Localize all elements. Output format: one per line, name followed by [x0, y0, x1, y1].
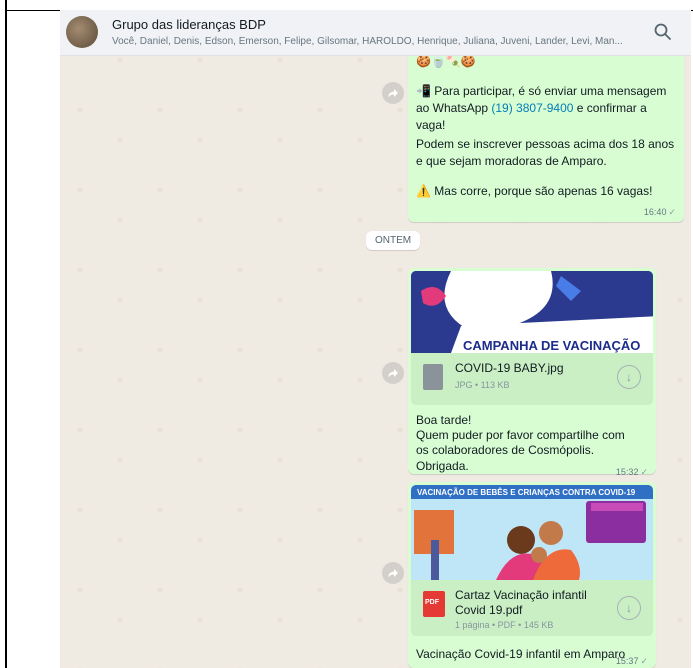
- message-bubble-3[interactable]: VACINAÇÃO DE BEBÊS E CRIANÇAS CONTRA COV…: [408, 482, 656, 668]
- download-arrow-icon: ↓: [626, 601, 632, 615]
- vaccination-poster-image[interactable]: VACINAÇÃO DE BEBÊS E CRIANÇAS CONTRA COV…: [411, 485, 653, 580]
- window-left-edge: [0, 0, 7, 668]
- message-bubble-1[interactable]: 🍪🍵🍡🍪 📲 Para participar, é só enviar uma …: [408, 46, 684, 222]
- file-attachment[interactable]: COVID-19 BABY.jpg JPG • 113 KB ↓: [411, 353, 653, 405]
- file-meta: 1 página • PDF • 145 KB: [455, 620, 554, 630]
- file-name: Cartaz Vacinação infantil Covid 19.pdf: [455, 588, 587, 617]
- download-button[interactable]: ↓: [617, 365, 641, 389]
- phone-link[interactable]: (19) 3807-9400: [491, 101, 573, 115]
- campaign-image-art: CAMPANHA DE VACINAÇÃO: [411, 271, 653, 353]
- search-button[interactable]: [653, 22, 673, 42]
- message-line-request: Quem puder por favor compartilhe com os …: [416, 428, 625, 457]
- pdf-icon-label: PDF: [425, 599, 439, 606]
- poster-title: VACINAÇÃO DE BEBÊS E CRIANÇAS CONTRA COV…: [417, 488, 636, 497]
- file-name: COVID-19 BABY.jpg: [455, 361, 564, 375]
- chat-header[interactable]: Grupo das lideranças BDP Você, Daniel, D…: [60, 10, 691, 56]
- message-timestamp: 16:40 ✓: [643, 207, 676, 217]
- chat-area[interactable]: 🍪🍵🍡🍪 📲 Para participar, é só enviar uma …: [60, 10, 691, 668]
- forward-button[interactable]: [382, 362, 404, 384]
- message-timestamp: 15:37 ✓: [615, 656, 648, 666]
- message-line-greeting: Boa tarde!: [416, 413, 472, 427]
- forward-button[interactable]: [382, 82, 404, 104]
- poster-art: VACINAÇÃO DE BEBÊS E CRIANÇAS CONTRA COV…: [411, 485, 653, 580]
- message-bubble-2[interactable]: CAMPANHA DE VACINAÇÃO COVID-19 BABY.jpg …: [408, 268, 656, 477]
- sent-tick-icon: ✓: [640, 656, 648, 666]
- forward-icon: [388, 89, 398, 98]
- vaccination-campaign-image[interactable]: CAMPANHA DE VACINAÇÃO: [411, 271, 653, 353]
- group-title[interactable]: Grupo das lideranças BDP: [112, 17, 266, 32]
- date-divider: ONTEM: [366, 231, 421, 250]
- download-arrow-icon: ↓: [626, 370, 632, 384]
- message-timestamp: 15:32 ✓: [615, 467, 648, 477]
- forward-icon: [388, 569, 398, 578]
- message-text-warning: ⚠️ Mas corre, porque são apenas 16 vagas…: [416, 184, 653, 198]
- group-members[interactable]: Você, Daniel, Denis, Edson, Emerson, Fel…: [112, 36, 632, 47]
- document-icon: [423, 364, 443, 390]
- pdf-icon: PDF: [423, 591, 445, 617]
- file-attachment[interactable]: PDF Cartaz Vacinação infantil Covid 19.p…: [411, 580, 653, 636]
- group-avatar[interactable]: [66, 16, 98, 48]
- download-button[interactable]: ↓: [617, 596, 641, 620]
- sent-tick-icon: ✓: [668, 207, 676, 217]
- message-text-participate: 📲 Para participar, é só enviar uma mensa…: [416, 84, 667, 132]
- message-text-eligibility: Podem se inscrever pessoas acima dos 18 …: [416, 137, 675, 168]
- forward-button[interactable]: [382, 562, 404, 584]
- message-caption: Vacinação Covid-19 infantil em Amparo: [416, 647, 626, 661]
- campaign-image-text: CAMPANHA DE VACINAÇÃO: [463, 338, 640, 353]
- file-meta: JPG • 113 KB: [455, 380, 510, 390]
- message-line-thanks: Obrigada.: [416, 459, 469, 473]
- search-icon: [654, 23, 671, 40]
- forward-icon: [388, 369, 398, 378]
- sent-tick-icon: ✓: [640, 467, 648, 477]
